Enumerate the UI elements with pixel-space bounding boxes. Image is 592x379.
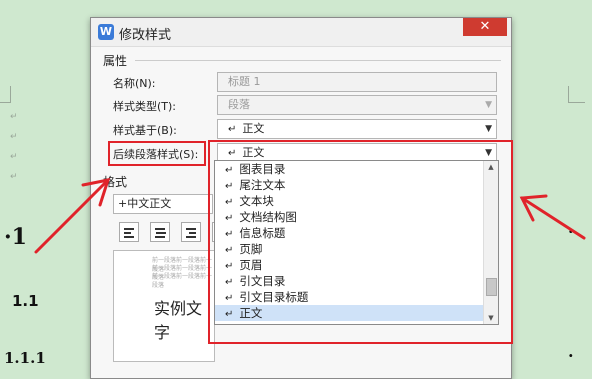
doc-heading-1-1-1[interactable]: 1.1.1 (4, 349, 46, 367)
wps-writer-icon: W (98, 24, 114, 40)
format-section-label: 格式 (103, 175, 128, 189)
align-left-button[interactable] (119, 222, 139, 242)
name-field[interactable]: 标题 1 (217, 72, 497, 92)
style-type-select[interactable]: 段落 ▼ (217, 95, 497, 115)
font-select[interactable]: +中文正文 (113, 194, 213, 214)
doc-dot: · (568, 222, 574, 241)
preview-prev-line: 前一段落前一段落前一段落 (152, 273, 213, 289)
paragraph-mark: ↵ (10, 112, 18, 122)
name-value: 标题 1 (228, 75, 261, 88)
align-center-button[interactable] (150, 222, 170, 242)
paragraph-mark: ↵ (10, 172, 18, 182)
doc-heading-1[interactable]: ·1 (4, 224, 27, 250)
paragraph-mark: ↵ (10, 152, 18, 162)
based-on-label: 样式基于(B): (113, 124, 177, 137)
arrow-right (519, 194, 586, 240)
title-bar[interactable]: W 修改样式 ✕ (91, 18, 511, 47)
highlight-dropdown (208, 140, 513, 344)
properties-section-label: 属性 (103, 54, 128, 68)
chevron-down-icon: ▼ (485, 100, 492, 110)
font-value: +中文正文 (118, 197, 172, 210)
doc-heading-1-1[interactable]: 1.1 (12, 292, 39, 310)
close-button[interactable]: ✕ (463, 18, 507, 36)
paragraph-icon: ↵ (228, 124, 237, 135)
align-right-button[interactable] (181, 222, 201, 242)
section-divider (135, 60, 501, 61)
highlight-following-style-label (108, 141, 206, 166)
style-type-value: 段落 (228, 98, 250, 111)
style-type-label: 样式类型(T): (113, 100, 177, 113)
page-corner-mark (0, 86, 11, 103)
paragraph-mark: ↵ (10, 132, 18, 142)
dialog-title: 修改样式 (119, 28, 172, 43)
chevron-down-icon: ▼ (485, 124, 492, 134)
based-on-value: 正文 (242, 122, 265, 135)
doc-dot: · (568, 346, 574, 365)
name-label: 名称(N): (113, 77, 156, 90)
preview-sample-text: 实例文字 (154, 299, 203, 342)
based-on-select[interactable]: ↵ 正文 ▼ (217, 119, 497, 139)
style-preview: 前一段落前一段落前一段落 前一段落前一段落前一段落 前一段落前一段落前一段落 实… (113, 250, 215, 362)
page-corner-mark (568, 86, 585, 103)
